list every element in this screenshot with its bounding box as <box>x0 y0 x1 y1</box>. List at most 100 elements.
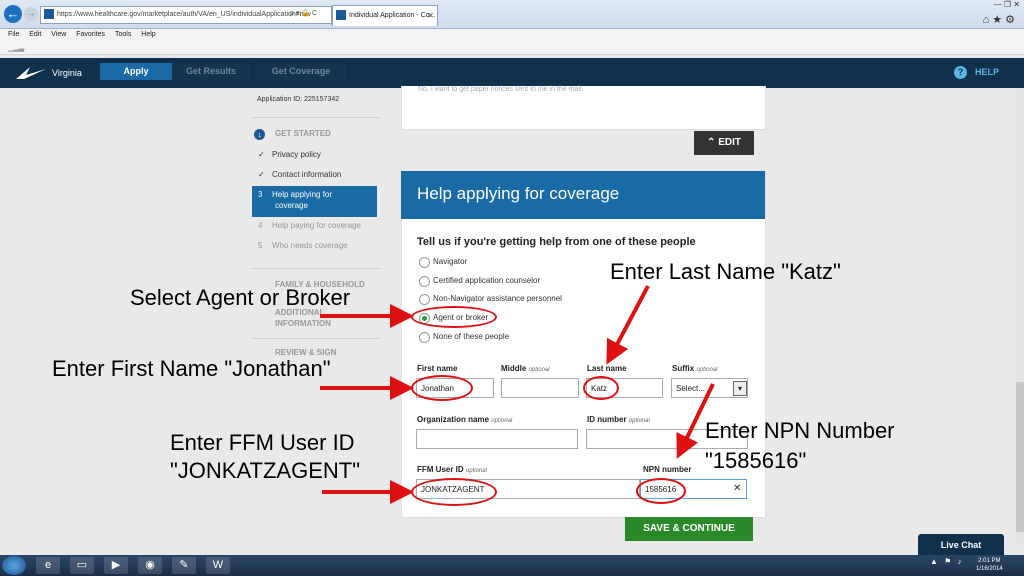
clock-date: 1/16/2014 <box>976 566 1003 572</box>
radio-label-counselor[interactable]: Certified application counselor <box>433 276 540 285</box>
clock-time: 2:01 PM <box>978 558 1001 564</box>
word-icon[interactable]: W <box>206 557 230 574</box>
address-bar[interactable]: https://www.healthcare.gov/marketplace/a… <box>40 6 332 24</box>
start-button[interactable] <box>2 556 26 575</box>
window-controls[interactable]: — ❐ ✕ <box>994 0 1020 10</box>
state-name: Virginia <box>52 68 82 78</box>
org-name-label: Organization name optional <box>417 415 512 424</box>
annotation-select-agent: Select Agent or Broker <box>130 285 351 310</box>
sidebar-item-contact[interactable]: ✓ Contact information <box>258 170 341 179</box>
npn-number-label: NPN number <box>643 465 692 474</box>
pin-icon[interactable]: ✎ <box>172 557 196 574</box>
radio-navigator[interactable] <box>419 257 430 268</box>
annotation-ffm-line2: "JONKATZAGENT" <box>170 458 360 483</box>
menu-file[interactable]: File <box>8 31 19 38</box>
address-bar-tools[interactable]: ρ ▾ 🔒 C <box>290 6 330 22</box>
save-continue-button[interactable]: SAVE & CONTINUE <box>625 517 753 541</box>
optional-tag: optional <box>465 468 487 474</box>
menu-bar: File Edit View Favorites Tools Help <box>0 29 1024 41</box>
healthcare-logo-icon <box>16 67 46 79</box>
forward-button[interactable]: → <box>24 7 38 21</box>
ie-icon[interactable]: e <box>36 557 60 574</box>
sidebar-section-get-started[interactable]: GET STARTED <box>275 129 331 138</box>
menu-tools[interactable]: Tools <box>115 31 131 38</box>
radio-counselor[interactable] <box>419 276 430 287</box>
radio-non-navigator[interactable] <box>419 294 430 305</box>
annotation-last-name: Enter Last Name "Katz" <box>610 259 841 284</box>
middle-name-field[interactable] <box>501 378 579 398</box>
sidebar-item-who-needs: 5 Who needs coverage <box>258 241 348 250</box>
optional-tag: optional <box>491 418 513 424</box>
back-button[interactable]: ← <box>4 5 22 23</box>
middle-label-text: Middle <box>501 364 527 373</box>
help-icon[interactable]: ? <box>954 66 967 79</box>
ffm-user-id-label: FFM User ID optional <box>417 465 487 474</box>
sidebar-divider <box>252 338 380 339</box>
tab-title: Individual Application - Co... <box>349 12 436 19</box>
step-apply[interactable]: Apply <box>100 63 172 80</box>
site-favicon-icon <box>44 9 54 20</box>
last-name-label: Last name <box>587 364 627 373</box>
sidebar-item-label: Contact information <box>272 170 342 179</box>
radio-label-non-navigator[interactable]: Non-Navigator assistance personnel <box>433 294 562 303</box>
edit-button[interactable]: ⌃ EDIT <box>694 131 754 155</box>
sidebar-item-label: Who needs coverage <box>272 241 348 250</box>
sidebar-item-label: Help applying for <box>272 190 333 199</box>
check-icon: ✓ <box>258 150 265 159</box>
ffm-label-text: FFM User ID <box>417 465 464 474</box>
menu-edit[interactable]: Edit <box>29 31 41 38</box>
chevron-down-icon[interactable]: ▾ <box>733 381 747 396</box>
helper-question: Tell us if you're getting help from one … <box>417 236 696 248</box>
step-get-results: Get Results <box>172 63 250 80</box>
suffix-label-text: Suffix <box>672 364 695 373</box>
org-label-text: Organization name <box>417 415 490 424</box>
command-bar <box>0 41 1024 55</box>
explorer-folder-icon[interactable]: ▭ <box>70 557 94 574</box>
menu-view[interactable]: View <box>51 31 66 38</box>
highlight-agent-broker <box>411 306 497 328</box>
chrome-icon[interactable]: ◉ <box>138 557 162 574</box>
signal-icon: ▁▂▃ <box>8 45 25 52</box>
clock[interactable]: 2:01 PM 1/16/2014 <box>976 557 1003 573</box>
home-favorites-settings-icons[interactable]: ⌂★⚙ <box>983 13 1018 26</box>
menu-favorites[interactable]: Favorites <box>76 31 105 38</box>
highlight-npn <box>636 478 686 504</box>
radio-none[interactable] <box>419 332 430 343</box>
radio-label-none[interactable]: None of these people <box>433 332 509 341</box>
check-icon: ✓ <box>258 170 265 179</box>
highlight-ffm-id <box>411 478 497 506</box>
sidebar-item-label: Help paying for coverage <box>272 221 361 230</box>
edit-button-label: EDIT <box>718 137 741 148</box>
chevron-up-icon: ⌃ <box>707 137 719 148</box>
annotation-npn-line1: Enter NPN Number <box>705 418 895 443</box>
previous-section-text: No, I want to get paper notices sent to … <box>418 86 584 93</box>
highlight-last-name <box>583 376 619 400</box>
sidebar-item-label: Privacy policy <box>272 150 321 159</box>
application-id: Application ID: 225157342 <box>257 96 340 103</box>
optional-tag: optional <box>696 367 718 373</box>
help-link[interactable]: HELP <box>975 67 999 77</box>
optional-tag: optional <box>528 367 550 373</box>
optional-tag: optional <box>628 418 650 424</box>
card-title: Help applying for coverage <box>417 184 620 203</box>
live-chat-button[interactable]: Live Chat <box>918 534 1004 556</box>
sidebar-item-privacy[interactable]: ✓ Privacy policy <box>258 150 321 159</box>
step-number: 5 <box>258 241 263 250</box>
scrollbar-thumb[interactable] <box>1016 382 1024 532</box>
media-player-icon[interactable]: ▶ <box>104 557 128 574</box>
org-name-field[interactable] <box>416 429 578 449</box>
step-number: 3 <box>258 190 263 199</box>
menu-help[interactable]: Help <box>141 31 155 38</box>
radio-label-navigator[interactable]: Navigator <box>433 257 467 266</box>
clear-icon[interactable]: ✕ <box>733 483 741 494</box>
sidebar-item-label-line2: coverage <box>275 201 308 210</box>
annotation-npn-line2: "1585616" <box>705 448 807 473</box>
id-label-text: ID number <box>587 415 627 424</box>
sidebar-section-additional-line2: INFORMATION <box>275 319 331 328</box>
tab-close-icon[interactable]: ✕ <box>427 6 434 26</box>
sidebar-item-help-applying-text: 3 Help applying for <box>258 190 332 199</box>
chevron-down-icon[interactable]: ↓ <box>254 129 265 140</box>
system-tray-icons[interactable]: ▲ ⚑ ♪ <box>930 557 964 566</box>
url-text: https://www.healthcare.gov/marketplace/a… <box>57 11 311 18</box>
browser-tab[interactable]: Individual Application - Co... ✕ <box>332 5 438 26</box>
